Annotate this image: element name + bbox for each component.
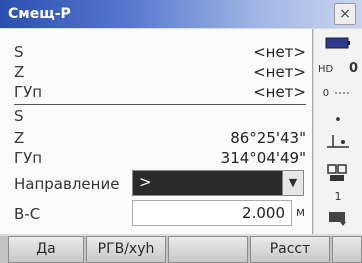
softkey-empty-1[interactable]	[168, 236, 248, 263]
softkey-bar: Да РГВ/хуh Расст	[0, 236, 362, 263]
input-mode-icon	[318, 209, 358, 231]
prism-constant: 0	[322, 88, 330, 99]
field-label: S	[14, 107, 24, 125]
softkey-rgv-xyh[interactable]: РГВ/хуh	[86, 236, 166, 263]
field-label: Z	[14, 129, 25, 147]
bc-unit: м	[296, 205, 306, 219]
battery-icon	[318, 37, 358, 51]
field-row-z-top: Z <нет>	[14, 63, 306, 83]
zero-label: 0	[348, 61, 358, 76]
hd-indicator: HD 0	[318, 61, 358, 76]
softkey-distance[interactable]: Расст	[250, 236, 330, 263]
close-button[interactable]: ×	[334, 3, 356, 25]
direction-label: Направление	[14, 175, 120, 193]
field-row-s-top: S <нет>	[14, 43, 306, 63]
field-label: S	[14, 43, 24, 61]
field-row-s-bottom: S	[14, 107, 306, 127]
field-row-gup-bottom: ГУп 314°04'49"	[14, 149, 306, 169]
direction-select[interactable]: > ▼	[132, 170, 304, 196]
bc-input[interactable]: 2.000	[132, 200, 292, 226]
hd-label: HD	[318, 64, 334, 75]
field-label: ГУп	[14, 83, 43, 101]
field-value: <нет>	[253, 63, 306, 81]
field-value: 314°04'49"	[220, 149, 306, 167]
chevron-down-icon[interactable]: ▼	[282, 171, 303, 195]
title-bar: Смещ-Р ×	[0, 0, 362, 28]
target-icon	[318, 163, 358, 187]
mode-label: 1	[334, 190, 342, 203]
mode-indicator: 1	[318, 189, 358, 204]
divider	[14, 104, 306, 105]
field-label: Z	[14, 63, 25, 81]
field-row-gup-top: ГУп <нет>	[14, 83, 306, 103]
bc-label: В-С	[14, 205, 41, 223]
softkey-yes[interactable]: Да	[8, 236, 84, 263]
status-sidebar: HD 0 0 • 1	[314, 29, 362, 234]
field-value: <нет>	[253, 83, 306, 101]
field-value: <нет>	[253, 43, 306, 61]
field-row-z-bottom: Z 86°25'43"	[14, 129, 306, 149]
prism-icon: 0	[318, 85, 358, 100]
laser-dot-icon: •	[334, 113, 342, 128]
field-label: ГУп	[14, 149, 43, 167]
direction-value: >	[139, 173, 152, 191]
field-value: 86°25'43"	[230, 129, 306, 147]
tilt-icon	[318, 133, 358, 153]
main-panel: S <нет> Z <нет> ГУп <нет> S Z 86°25'43" …	[0, 29, 313, 234]
window-title: Смещ-Р	[8, 6, 71, 22]
close-icon: ×	[339, 6, 351, 22]
softkey-empty-2[interactable]	[332, 236, 362, 263]
